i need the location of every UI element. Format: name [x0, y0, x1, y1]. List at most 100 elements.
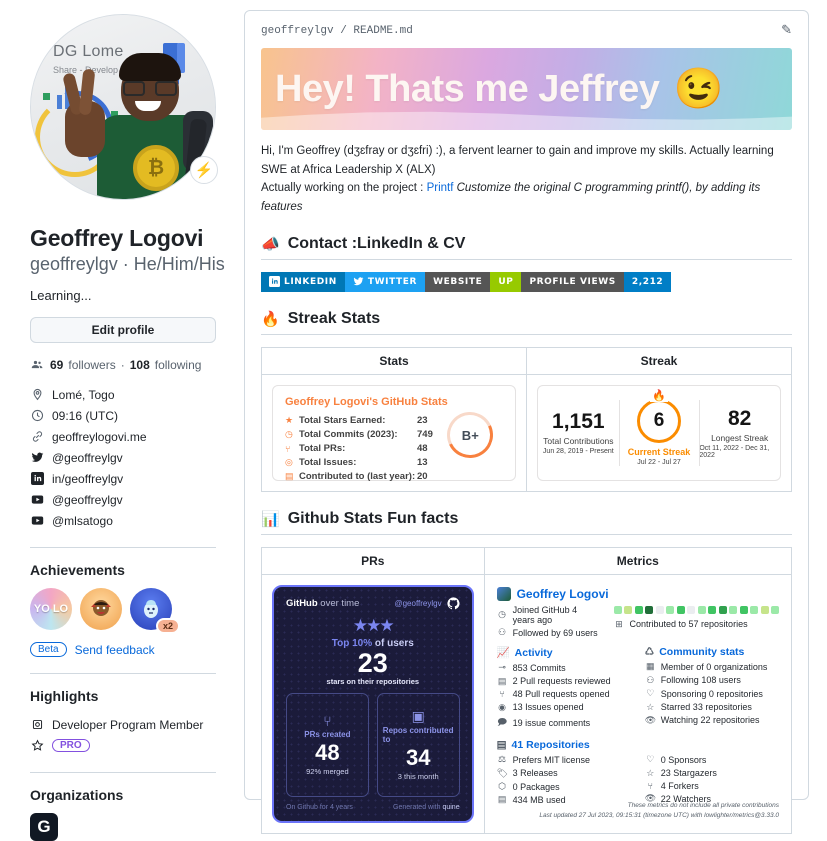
profile-views-badge-label[interactable]: PROFILE VIEWS — [521, 271, 624, 292]
calendar-day — [760, 605, 769, 614]
community-row-label: Following 108 users — [660, 675, 741, 686]
yolo-achievement-icon[interactable]: YO LO — [30, 588, 72, 631]
longest-streak-dates: Oct 11, 2022 - Dec 31, 2022 — [699, 444, 770, 459]
quine-box-grid: ⑂ PRs created 48 92% merged ▣ Repos cont… — [286, 692, 460, 797]
pair-extraordinaire-achievement-icon[interactable]: x2 — [130, 588, 180, 635]
quine-footer: On Github for 4 years Generated with qui… — [286, 804, 460, 811]
linkedin-badge-label: LINKEDIN — [284, 276, 337, 287]
column-header-stats: Stats — [261, 346, 527, 375]
calendar-day — [729, 605, 737, 614]
quine-user-block: @geoffreylgv — [394, 596, 460, 610]
book-icon: ▣ — [411, 708, 425, 725]
history-icon: ◷ — [285, 429, 293, 439]
metrics-mid-cols: 📈 Activity ⊸ 853 Commits ▤ 2 Pull reques… — [497, 639, 779, 732]
metrics-cell: Geoffrey Logovi ◷ Joined GitHub 4 years … — [483, 573, 793, 834]
calendar-day — [666, 605, 674, 614]
quine-headline-sub: stars on their repositories — [326, 676, 420, 686]
avatar-decor-square-1 — [43, 93, 50, 100]
linkedin-badge[interactable]: LINKEDIN — [261, 271, 345, 292]
column-header-metrics: Metrics — [483, 546, 793, 575]
table-header-row: Stats Streak — [261, 346, 792, 375]
repos-contributed-value: 34 — [405, 745, 431, 771]
package-icon: ⬡ — [498, 781, 507, 792]
breadcrumb[interactable]: geoffreylgv / README.md — [261, 25, 413, 37]
quine-top-prefix: Top 10% — [331, 637, 373, 649]
repo-row-label: 4 Forkers — [660, 781, 699, 792]
avatar[interactable]: DG Lome Share - Develop — [30, 14, 216, 200]
profile-views-badge-value[interactable]: 2,212 — [623, 271, 672, 292]
metrics-top-cols: ◷ Joined GitHub 4 years ago ⚇ Followed b… — [497, 604, 779, 640]
activity-row-label: 48 Pull requests opened — [512, 689, 610, 700]
current-streak-caption: Current Streak — [627, 447, 691, 457]
lightning-icon[interactable]: ⚡ — [190, 156, 218, 184]
quine-brand-rest: over time — [317, 597, 360, 609]
activity-row-issues: ◉ 13 Issues opened — [497, 700, 631, 713]
website-badge-value[interactable]: UP — [490, 271, 522, 292]
wink-emoji-icon: 😉 — [673, 67, 724, 111]
repositories-heading: ▤ 41 Repositories — [497, 739, 779, 751]
quickdraw-achievement-icon[interactable] — [80, 588, 122, 631]
quine-footer-right: Generated with — [393, 803, 441, 811]
stats-row-value: 48 — [417, 443, 428, 454]
meta-item-youtube-2[interactable]: @mlsatogo — [30, 510, 236, 531]
commit-icon: ⊸ — [498, 662, 506, 673]
edit-profile-button[interactable]: Edit profile — [30, 317, 216, 344]
highlight-developer-program: Developer Program Member — [30, 714, 236, 735]
people-icon: ⚇ — [646, 674, 655, 685]
table-row: GitHub over time @geoffreylgv ★★★ Top 10… — [261, 573, 793, 834]
metrics-footer-line-2: Last updated 27 Jul 2023, 09:15:31 (time… — [539, 811, 779, 819]
printf-link[interactable]: Printf — [427, 182, 454, 194]
activity-heading: 📈 Activity — [497, 646, 631, 660]
meta-item-linkedin[interactable]: in/geoffreylgv — [30, 468, 236, 489]
readme-intro: Hi, I'm Geoffrey (dʒɛfray or dʒɛfri) :),… — [261, 142, 792, 217]
community-row-label: Member of 0 organizations — [660, 661, 768, 672]
twitter-badge[interactable]: TWITTER — [344, 271, 426, 292]
total-contributions-block: 1,151 Total Contributions Jun 28, 2019 -… — [538, 386, 619, 480]
stats-row-contributed: ▤ Contributed to (last year): 20 — [285, 470, 503, 484]
achievements-title: Achievements — [30, 562, 125, 579]
stats-row-value: 749 — [417, 429, 433, 440]
profile-pronouns: He/Him/His — [133, 253, 225, 274]
followers-row[interactable]: 69 followers · 108 following — [30, 357, 236, 372]
activity-row-reviews: ▤ 2 Pull requests reviewed — [497, 675, 631, 688]
community-row-following: ⚇ Following 108 users — [645, 674, 779, 687]
meta-item-youtube-1[interactable]: @geoffreylgv — [30, 489, 236, 510]
meta-item-label: @mlsatogo — [52, 513, 113, 528]
repo-row-license: ⚖ Prefers MIT license — [497, 753, 631, 766]
repo-row-label: 23 Stargazers — [660, 768, 717, 779]
community-row-starred: ☆ Starred 33 repositories — [645, 700, 779, 713]
metrics-top-left: ◷ Joined GitHub 4 years ago ⚇ Followed b… — [497, 604, 600, 640]
followers-label: followers — [68, 357, 116, 372]
community-row-label: Watching 22 repositories — [660, 715, 760, 726]
send-feedback-link[interactable]: Send feedback — [75, 643, 155, 657]
sidebar-divider-2 — [30, 673, 216, 675]
repo-row-label: 0 Packages — [512, 781, 560, 792]
quine-top-line: Top 10% of users — [286, 638, 460, 649]
pencil-icon[interactable]: ✎ — [781, 23, 792, 38]
meta-item-website[interactable]: geoffreylogovi.me — [30, 426, 236, 447]
issue-icon: ◎ — [285, 457, 293, 467]
activity-row-label: 19 issue comments — [512, 717, 591, 728]
meta-item-twitter[interactable]: @geoffreylgv — [30, 447, 236, 468]
calendar-day — [687, 605, 695, 614]
quine-brand-name: GitHub — [286, 597, 318, 609]
metrics-repo-left: ⚖ Prefers MIT license 🏷 3 Releases ⬡ 0 P… — [497, 753, 631, 807]
org-avatar[interactable]: G — [30, 813, 58, 841]
prs-created-note: 92% merged — [306, 767, 349, 777]
rank-label: B+ — [461, 426, 479, 442]
community-row-watching: 👁 Watching 22 repositories — [645, 714, 779, 727]
bar-chart-icon: 📊 — [261, 510, 280, 528]
community-row-label: Starred 33 repositories — [660, 702, 752, 713]
metrics-activity-col: 📈 Activity ⊸ 853 Commits ▤ 2 Pull reques… — [497, 639, 631, 732]
calendar-day — [750, 605, 758, 614]
website-badge-label[interactable]: WEBSITE — [425, 271, 491, 292]
profile-name: Geoffrey Logovi — [30, 225, 204, 251]
github-stats-title: Geoffrey Logovi's GitHub Stats — [285, 395, 448, 408]
linkedin-icon — [269, 276, 280, 287]
database-icon: ▤ — [497, 794, 507, 805]
repo-row-packages: ⬡ 0 Packages — [497, 780, 631, 793]
metrics-user[interactable]: Geoffrey Logovi — [496, 586, 779, 601]
developer-program-icon — [30, 717, 45, 732]
calendar-day — [634, 605, 643, 614]
metrics-footer: These metrics do not include all private… — [539, 801, 779, 821]
